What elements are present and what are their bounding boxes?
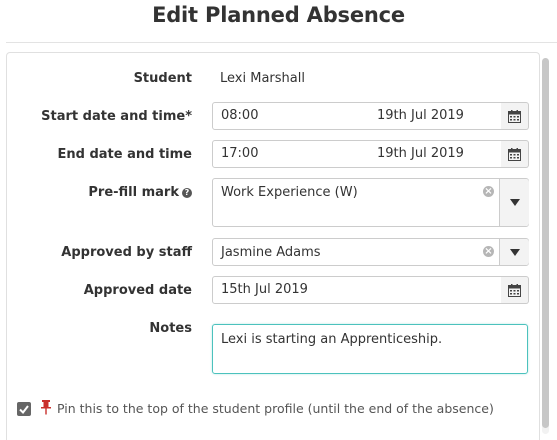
calendar-icon: [508, 284, 521, 297]
prefill-label: Pre-fill mark?: [0, 185, 192, 200]
start-label: Start date and time*: [41, 109, 192, 124]
end-date-input[interactable]: 19th Jul 2019: [369, 140, 502, 168]
approved-by-dropdown-button[interactable]: [499, 239, 529, 265]
end-date-picker-button[interactable]: [501, 140, 529, 168]
pin-icon: [40, 400, 52, 419]
scrollbar-thumb[interactable]: [542, 58, 549, 428]
end-label: End date and time: [57, 147, 193, 162]
student-label: Student: [133, 71, 192, 86]
pin-label: Pin this to the top of the student profi…: [57, 401, 494, 416]
approved-date-label: Approved date: [83, 283, 192, 298]
caret-down-icon: [510, 199, 520, 206]
start-time-input[interactable]: 08:00: [212, 102, 370, 130]
notes-textarea[interactable]: Lexi is starting an Apprenticeship.: [212, 324, 528, 374]
approved-by-value: Jasmine Adams: [221, 245, 321, 260]
checkmark-icon: [19, 405, 29, 415]
calendar-icon: [508, 110, 521, 123]
end-time-input[interactable]: 17:00: [212, 140, 370, 168]
clear-icon[interactable]: ×: [483, 246, 494, 257]
student-name: Lexi Marshall: [220, 71, 305, 86]
prefill-mark-value: Work Experience (W): [221, 185, 358, 200]
start-date-picker-button[interactable]: [501, 102, 529, 130]
caret-down-icon: [510, 249, 520, 256]
approved-date-input[interactable]: 15th Jul 2019: [212, 276, 502, 304]
approved-by-label: Approved by staff: [61, 245, 192, 260]
page-title: Edit Planned Absence: [152, 3, 405, 27]
approved-by-select[interactable]: Jasmine Adams ×: [212, 238, 529, 266]
question-circle-icon[interactable]: ?: [182, 188, 192, 198]
start-date-input[interactable]: 19th Jul 2019: [369, 102, 502, 130]
prefill-label-text: Pre-fill mark: [88, 185, 179, 200]
title-divider: [6, 42, 557, 43]
pin-checkbox[interactable]: [17, 402, 31, 416]
calendar-icon: [508, 148, 521, 161]
notes-label: Notes: [149, 321, 192, 336]
prefill-dropdown-button[interactable]: [499, 179, 529, 226]
prefill-mark-select[interactable]: Work Experience (W) ×: [212, 178, 529, 227]
approved-date-picker-button[interactable]: [501, 276, 529, 304]
clear-icon[interactable]: ×: [483, 186, 494, 197]
